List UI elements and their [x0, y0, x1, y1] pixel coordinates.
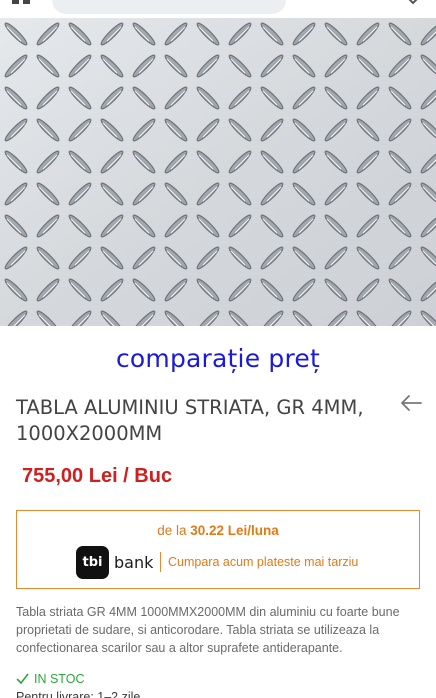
stock-label: IN STOC — [34, 672, 85, 686]
divider — [160, 552, 161, 572]
chevron-down-icon[interactable] — [406, 0, 420, 6]
product-price: 755,00 Lei / Buc — [22, 465, 173, 487]
product-page: comparație preț TABLA ALUMINIU STRIATA, … — [0, 0, 436, 698]
arrow-left-icon[interactable] — [399, 392, 423, 414]
checker-plate-pattern — [0, 18, 436, 326]
price-comparison-link[interactable]: comparație preț — [0, 344, 436, 373]
financing-box[interactable]: de la 30.22 Lei/luna tbi bank Cumpara ac… — [16, 510, 420, 589]
monthly-installment: de la 30.22 Lei/luna — [17, 523, 419, 538]
menu-icon[interactable] — [342, 0, 354, 6]
installment-amount: 30.22 Lei/luna — [190, 523, 279, 538]
check-icon — [16, 673, 29, 684]
tbi-logo: tbi — [76, 546, 109, 579]
buy-now-pay-later-link[interactable]: Cumpara acum plateste mai tarziu — [168, 555, 358, 569]
grid-icon[interactable] — [12, 0, 32, 6]
browser-top-bar — [0, 0, 436, 18]
delivery-info: Pentru livrare: 1–2 zile — [16, 690, 141, 698]
bank-label: bank — [114, 553, 154, 572]
tbi-logo-text: tbi — [82, 555, 103, 570]
product-image[interactable] — [0, 18, 436, 326]
installment-prefix: de la — [157, 523, 187, 538]
product-description: Tabla striata GR 4MM 1000MMX2000MM din a… — [16, 605, 400, 655]
search-bar[interactable] — [52, 0, 286, 14]
product-title: TABLA ALUMINIU STRIATA, GR 4MM, 1000X200… — [16, 396, 364, 445]
